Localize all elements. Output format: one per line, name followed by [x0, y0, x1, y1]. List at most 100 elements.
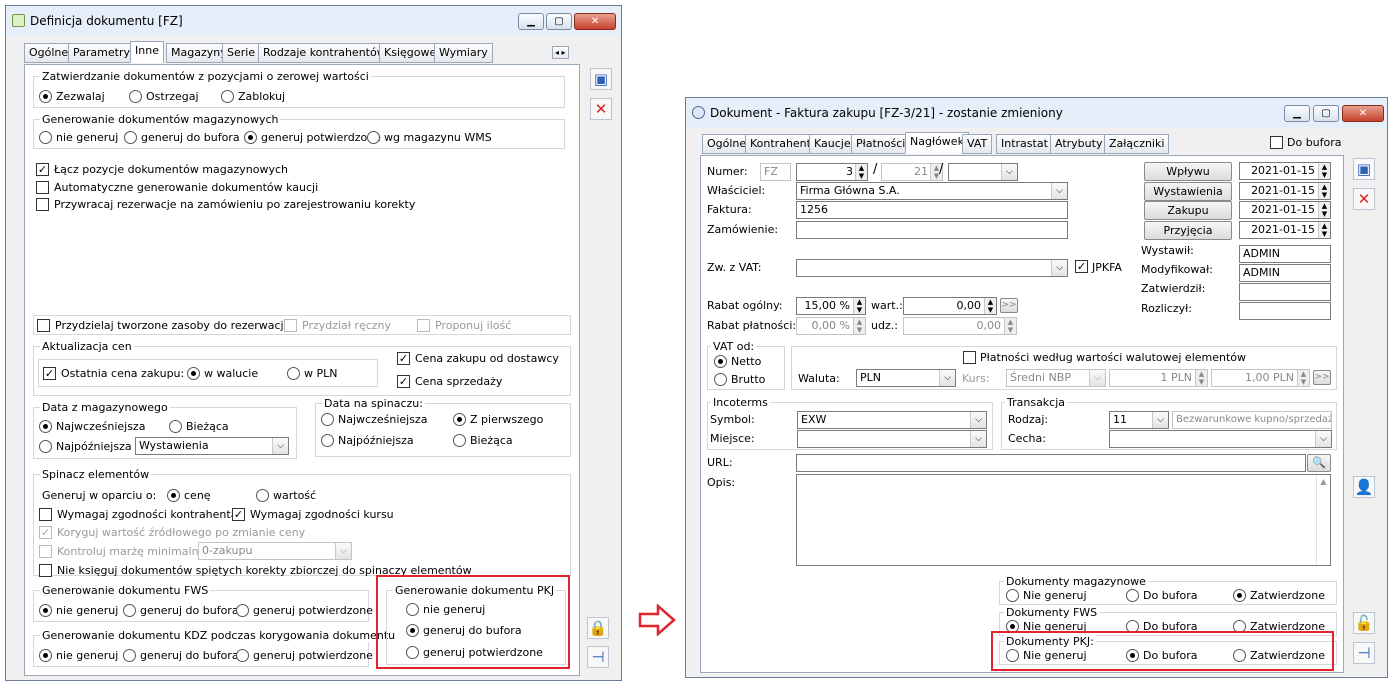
- brutto-radio[interactable]: [714, 373, 727, 386]
- user-icon[interactable]: 👤: [1353, 476, 1375, 498]
- genmag-wms-radio[interactable]: [367, 131, 380, 144]
- zakupu-date[interactable]: 2021-01-15 ▲ ▼: [1239, 201, 1331, 219]
- close-button[interactable]: ✕: [1342, 105, 1384, 122]
- wplywu-button[interactable]: Wpływu: [1144, 162, 1232, 181]
- zakupu-button[interactable]: Zakupu: [1144, 201, 1232, 220]
- tab-intrastat[interactable]: Intrastat: [996, 134, 1053, 154]
- zamowienie-input[interactable]: [796, 221, 1068, 239]
- rodzaj-select[interactable]: 11 ⌵: [1109, 411, 1169, 429]
- dataspin-naj-radio[interactable]: [321, 413, 334, 426]
- cecha-select[interactable]: ⌵: [1109, 430, 1332, 448]
- genmag-bufor-radio[interactable]: [124, 131, 137, 144]
- tab-vat[interactable]: VAT: [962, 134, 993, 154]
- wart-input[interactable]: 0,00 ▲ ▼: [903, 297, 997, 315]
- save-icon[interactable]: ▣: [1353, 158, 1375, 180]
- kdz-nie-radio[interactable]: [39, 649, 52, 662]
- tab-atrybuty[interactable]: Atrybuty: [1050, 134, 1108, 154]
- minimize-button[interactable]: ▁: [518, 13, 544, 30]
- zwvat-select[interactable]: ⌵: [796, 259, 1068, 277]
- rabat-platnosci-input[interactable]: 0,00 % ▲ ▼: [796, 317, 866, 335]
- seria-select[interactable]: ⌵: [948, 163, 1018, 181]
- zablokuj-radio[interactable]: [221, 90, 234, 103]
- symbol-select[interactable]: EXW ⌵: [797, 411, 987, 429]
- minimize-button[interactable]: ▁: [1284, 105, 1310, 122]
- url-input[interactable]: [796, 454, 1306, 472]
- zgkurs-checkbox[interactable]: ✓: [232, 508, 245, 521]
- maximize-button[interactable]: ▢: [546, 13, 572, 30]
- kdz-potw-radio[interactable]: [236, 649, 249, 662]
- kurs-apply-button[interactable]: >>: [1313, 370, 1331, 385]
- url-search-icon[interactable]: 🔍: [1307, 454, 1331, 472]
- dataspin-biez-radio[interactable]: [453, 434, 466, 447]
- kurs-b-input[interactable]: 1,00 PLN ▲ ▼: [1211, 369, 1310, 387]
- rabat-ogolny-input[interactable]: 15,00 % ▲ ▼: [796, 297, 866, 315]
- wlasciciel-select[interactable]: Firma Główna S.A. ⌵: [796, 182, 1068, 200]
- cena-sprz-checkbox[interactable]: ✓: [397, 375, 410, 388]
- tab-platnosci[interactable]: Płatności: [851, 134, 911, 154]
- zezwalaj-radio[interactable]: [39, 90, 52, 103]
- kontroluj-checkbox[interactable]: [39, 545, 52, 558]
- tab-inne[interactable]: Inne: [130, 41, 164, 63]
- proponuj-checkbox[interactable]: [417, 319, 430, 332]
- opis-textarea[interactable]: ▲▼: [796, 474, 1331, 566]
- tab-naglowek[interactable]: Nagłówek: [905, 132, 969, 154]
- wartosc-radio[interactable]: [256, 489, 269, 502]
- tab-scroll-arrows[interactable]: ◂ ▸: [552, 46, 569, 59]
- fws-potw-radio[interactable]: [236, 604, 249, 617]
- pin-icon[interactable]: ⊣: [587, 646, 609, 668]
- wart-apply-button[interactable]: >>: [1000, 298, 1018, 313]
- koryguj-checkbox[interactable]: ✓: [39, 526, 52, 539]
- maximize-button[interactable]: ▢: [1313, 105, 1339, 122]
- cene-radio[interactable]: [167, 489, 180, 502]
- nieks-checkbox[interactable]: [39, 564, 52, 577]
- dmag-bufor-radio[interactable]: [1126, 589, 1139, 602]
- pin-icon[interactable]: ⊣: [1353, 642, 1375, 664]
- tab-serie[interactable]: Serie: [222, 43, 261, 63]
- faktura-input[interactable]: 1256: [796, 201, 1068, 219]
- dataspin-zpierw-radio[interactable]: [453, 413, 466, 426]
- genmag-nie-radio[interactable]: [39, 131, 52, 144]
- fws-nie-radio[interactable]: [39, 604, 52, 617]
- waluta-select[interactable]: PLN ⌵: [856, 369, 956, 387]
- scrollbar[interactable]: ▲▼: [1316, 475, 1330, 565]
- datamag-naj-radio[interactable]: [39, 420, 52, 433]
- tab-parametry[interactable]: Parametry: [68, 43, 135, 63]
- kdz-bufor-radio[interactable]: [123, 649, 136, 662]
- wystawienia-button[interactable]: Wystawienia: [1144, 182, 1232, 201]
- ostatnia-checkbox[interactable]: ✓: [43, 367, 56, 380]
- genmag-potw-radio[interactable]: [244, 131, 257, 144]
- tab-wymiary[interactable]: Wymiary: [434, 43, 493, 63]
- cancel-icon[interactable]: ✕: [590, 98, 612, 120]
- kurs-select[interactable]: Średni NBP ⌵: [1006, 369, 1106, 387]
- do-bufora-checkbox[interactable]: [1270, 136, 1283, 149]
- tab-zalaczniki[interactable]: Załączniki: [1104, 134, 1170, 154]
- przydzial-checkbox[interactable]: [284, 319, 297, 332]
- fws-bufor-radio[interactable]: [123, 604, 136, 617]
- datamag-select[interactable]: Wystawienia ⌵: [135, 437, 289, 455]
- jpkfa-checkbox[interactable]: ✓: [1075, 260, 1088, 273]
- close-button[interactable]: ✕: [574, 13, 616, 30]
- rok-input[interactable]: 21 ▲ ▼: [881, 163, 943, 181]
- lock-icon[interactable]: 🔓: [1353, 612, 1375, 634]
- save-icon[interactable]: ▣: [590, 68, 612, 90]
- kontroluj-select[interactable]: 0-zakupu ⌵: [198, 542, 352, 560]
- kurs-a-input[interactable]: 1 PLN ▲ ▼: [1109, 369, 1208, 387]
- datamag-pozn-radio[interactable]: [39, 440, 52, 453]
- lock-icon[interactable]: 🔒: [587, 617, 609, 639]
- tab-ogolne[interactable]: Ogólne: [24, 43, 74, 63]
- dmag-nie-radio[interactable]: [1006, 589, 1019, 602]
- miejsce-select[interactable]: ⌵: [797, 430, 987, 448]
- w-pln-radio[interactable]: [287, 367, 300, 380]
- w-walucie-radio[interactable]: [187, 367, 200, 380]
- tab-rodzaje-kontrahentow[interactable]: Rodzaje kontrahentów: [258, 43, 391, 63]
- lacz-checkbox[interactable]: ✓: [36, 163, 49, 176]
- przywracaj-checkbox[interactable]: [36, 198, 49, 211]
- numer-input[interactable]: 3 ▲ ▼: [796, 163, 868, 181]
- dmag-zatw-radio[interactable]: [1233, 589, 1246, 602]
- kaucje-checkbox[interactable]: [36, 181, 49, 194]
- przyjecia-button[interactable]: Przyjęcia: [1144, 221, 1232, 240]
- wplywu-date[interactable]: 2021-01-15 ▲ ▼: [1239, 162, 1331, 180]
- netto-radio[interactable]: [714, 355, 727, 368]
- przydzielaj-checkbox[interactable]: [37, 319, 50, 332]
- ostrzegaj-radio[interactable]: [129, 90, 142, 103]
